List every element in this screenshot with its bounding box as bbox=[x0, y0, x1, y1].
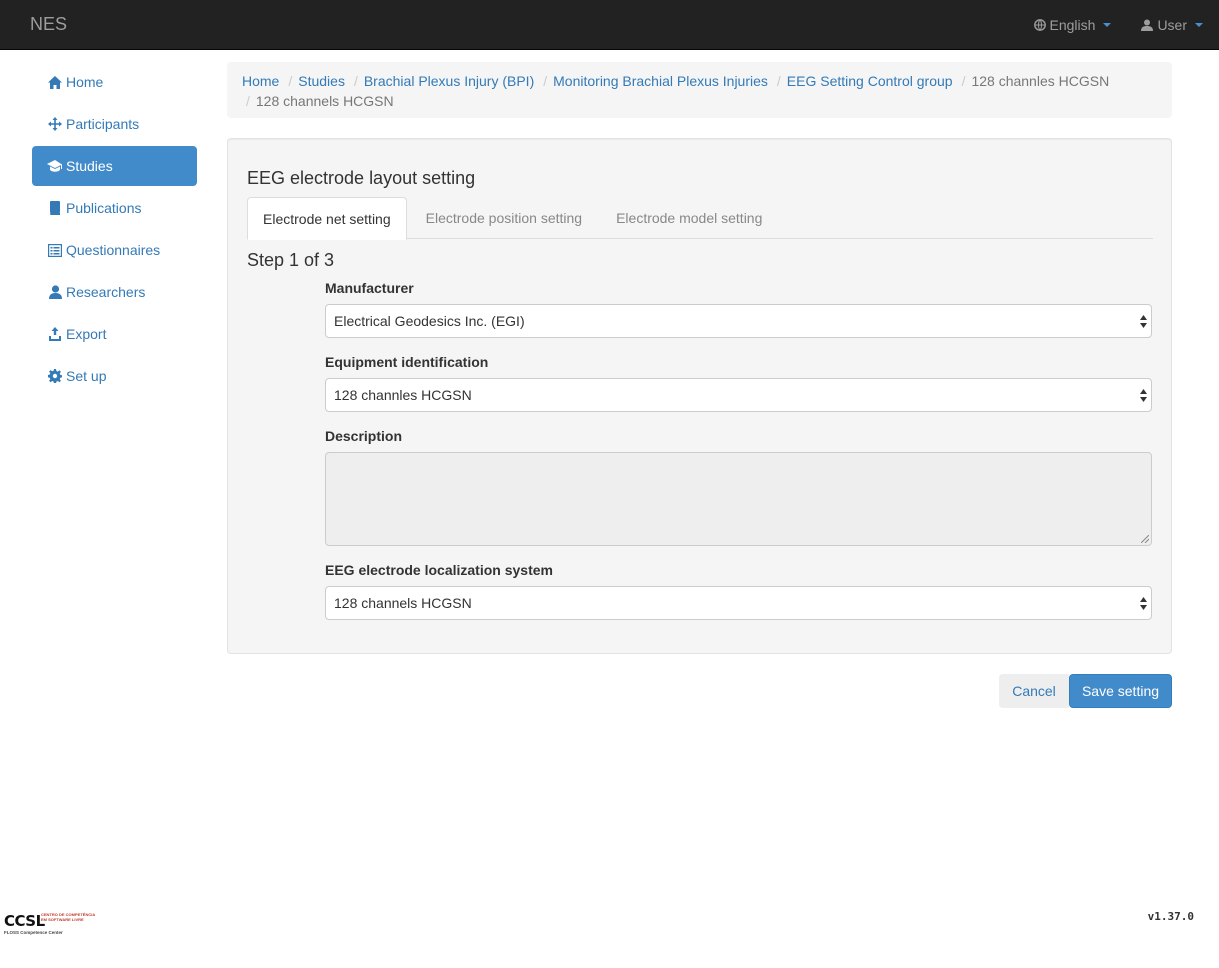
equipment-label: Equipment identification bbox=[325, 354, 489, 370]
sidebar-item-publications[interactable]: Publications bbox=[32, 188, 197, 228]
top-navbar: NES English User bbox=[0, 0, 1219, 50]
user-dropdown[interactable]: User bbox=[1126, 17, 1219, 33]
globe-icon bbox=[1033, 19, 1046, 31]
breadcrumb-separator: / bbox=[353, 73, 358, 89]
breadcrumb: Home / Studies / Brachial Plexus Injury (BPI… bbox=[227, 62, 1172, 118]
sidebar-item-label: Studies bbox=[66, 158, 113, 174]
cancel-button[interactable]: Cancel bbox=[999, 674, 1069, 708]
sidebar-item-home[interactable]: Home bbox=[32, 62, 197, 102]
sidebar-item-label: Home bbox=[66, 74, 104, 90]
breadcrumb-separator: / bbox=[288, 73, 293, 89]
panel-title: EEG electrode layout setting bbox=[247, 168, 476, 188]
breadcrumb-current: 128 channels HCGSN bbox=[255, 93, 394, 109]
ccsl-logo-text: CCSL bbox=[4, 912, 45, 930]
breadcrumb-studies[interactable]: Studies bbox=[298, 73, 345, 89]
navbar-right: English User bbox=[1019, 0, 1219, 50]
user-icon bbox=[1141, 19, 1154, 31]
localization-value: 128 channels HCGSN bbox=[334, 595, 472, 611]
move-icon bbox=[47, 117, 63, 131]
resize-handle-icon[interactable] bbox=[1141, 535, 1149, 543]
breadcrumb-study[interactable]: Brachial Plexus Injury (BPI) bbox=[364, 73, 534, 89]
sidebar-item-studies[interactable]: Studies bbox=[32, 146, 197, 186]
tab-bar: Electrode net setting Electrode position… bbox=[247, 197, 1153, 240]
ccsl-logo: CCSL CENTRO DE COMPETÊNCIA EM SOFTWARE L… bbox=[4, 910, 96, 938]
sidebar-item-label: Researchers bbox=[66, 284, 146, 300]
sidebar-item-label: Participants bbox=[66, 116, 140, 132]
breadcrumb-separator: / bbox=[776, 73, 781, 89]
equipment-value: 128 channles HCGSN bbox=[334, 387, 472, 403]
localization-select[interactable]: 128 channels HCGSN bbox=[325, 586, 1152, 620]
description-label: Description bbox=[325, 428, 403, 444]
sidebar-item-setup[interactable]: Set up bbox=[32, 356, 197, 396]
sidebar-item-questionnaires[interactable]: Questionnaires bbox=[32, 230, 197, 270]
save-setting-button[interactable]: Save setting bbox=[1069, 674, 1172, 708]
sidebar: Home Participants Studies Publications Q… bbox=[32, 62, 197, 398]
graduation-cap-icon bbox=[47, 160, 63, 172]
tab-electrode-model[interactable]: Electrode model setting bbox=[601, 197, 777, 239]
version-label: v1.37.0 bbox=[1147, 910, 1194, 923]
language-label: English bbox=[1049, 17, 1096, 33]
ccsl-logo-tagline: FLOSS Competence Center bbox=[4, 930, 63, 935]
user-icon bbox=[47, 285, 63, 299]
description-textarea[interactable] bbox=[325, 452, 1152, 546]
breadcrumb-separator: / bbox=[543, 73, 548, 89]
breadcrumb-home[interactable]: Home bbox=[242, 73, 279, 89]
localization-label: EEG electrode localization system bbox=[325, 562, 553, 578]
settings-panel: EEG electrode layout setting Electrode n… bbox=[227, 138, 1172, 654]
sidebar-item-label: Set up bbox=[66, 368, 107, 384]
brand-logo[interactable]: NES bbox=[30, 14, 67, 35]
manufacturer-value: Electrical Geodesics Inc. (EGI) bbox=[334, 313, 525, 329]
cog-icon bbox=[47, 369, 63, 383]
list-alt-icon bbox=[47, 243, 63, 257]
home-icon bbox=[47, 75, 63, 89]
select-arrows-icon bbox=[1140, 389, 1147, 402]
language-dropdown[interactable]: English bbox=[1019, 17, 1127, 33]
breadcrumb-separator: / bbox=[961, 73, 966, 89]
breadcrumb-experiment[interactable]: Monitoring Brachial Plexus Injuries bbox=[553, 73, 768, 89]
sidebar-item-label: Publications bbox=[66, 200, 142, 216]
tab-electrode-net[interactable]: Electrode net setting bbox=[247, 197, 407, 240]
select-arrows-icon bbox=[1140, 597, 1147, 610]
breadcrumb-equipment: 128 channles HCGSN bbox=[971, 73, 1110, 89]
ccsl-logo-subtitle: CENTRO DE COMPETÊNCIA EM SOFTWARE LIVRE bbox=[41, 912, 96, 922]
breadcrumb-eeg-setting[interactable]: EEG Setting Control group bbox=[787, 73, 953, 89]
equipment-select[interactable]: 128 channles HCGSN bbox=[325, 378, 1152, 412]
tab-electrode-position[interactable]: Electrode position setting bbox=[411, 197, 597, 239]
sidebar-item-researchers[interactable]: Researchers bbox=[32, 272, 197, 312]
chevron-down-icon bbox=[1195, 23, 1203, 27]
step-indicator: Step 1 of 3 bbox=[247, 250, 335, 270]
book-icon bbox=[47, 201, 63, 215]
manufacturer-label: Manufacturer bbox=[325, 280, 414, 296]
sidebar-item-label: Export bbox=[66, 326, 107, 342]
select-arrows-icon bbox=[1140, 315, 1147, 328]
chevron-down-icon bbox=[1103, 23, 1112, 27]
sidebar-item-export[interactable]: Export bbox=[32, 314, 197, 354]
breadcrumb-separator: / bbox=[246, 93, 250, 109]
manufacturer-select[interactable]: Electrical Geodesics Inc. (EGI) bbox=[325, 304, 1152, 338]
user-label: User bbox=[1157, 17, 1187, 33]
export-icon bbox=[47, 327, 63, 341]
sidebar-item-label: Questionnaires bbox=[66, 242, 161, 258]
sidebar-item-participants[interactable]: Participants bbox=[32, 104, 197, 144]
